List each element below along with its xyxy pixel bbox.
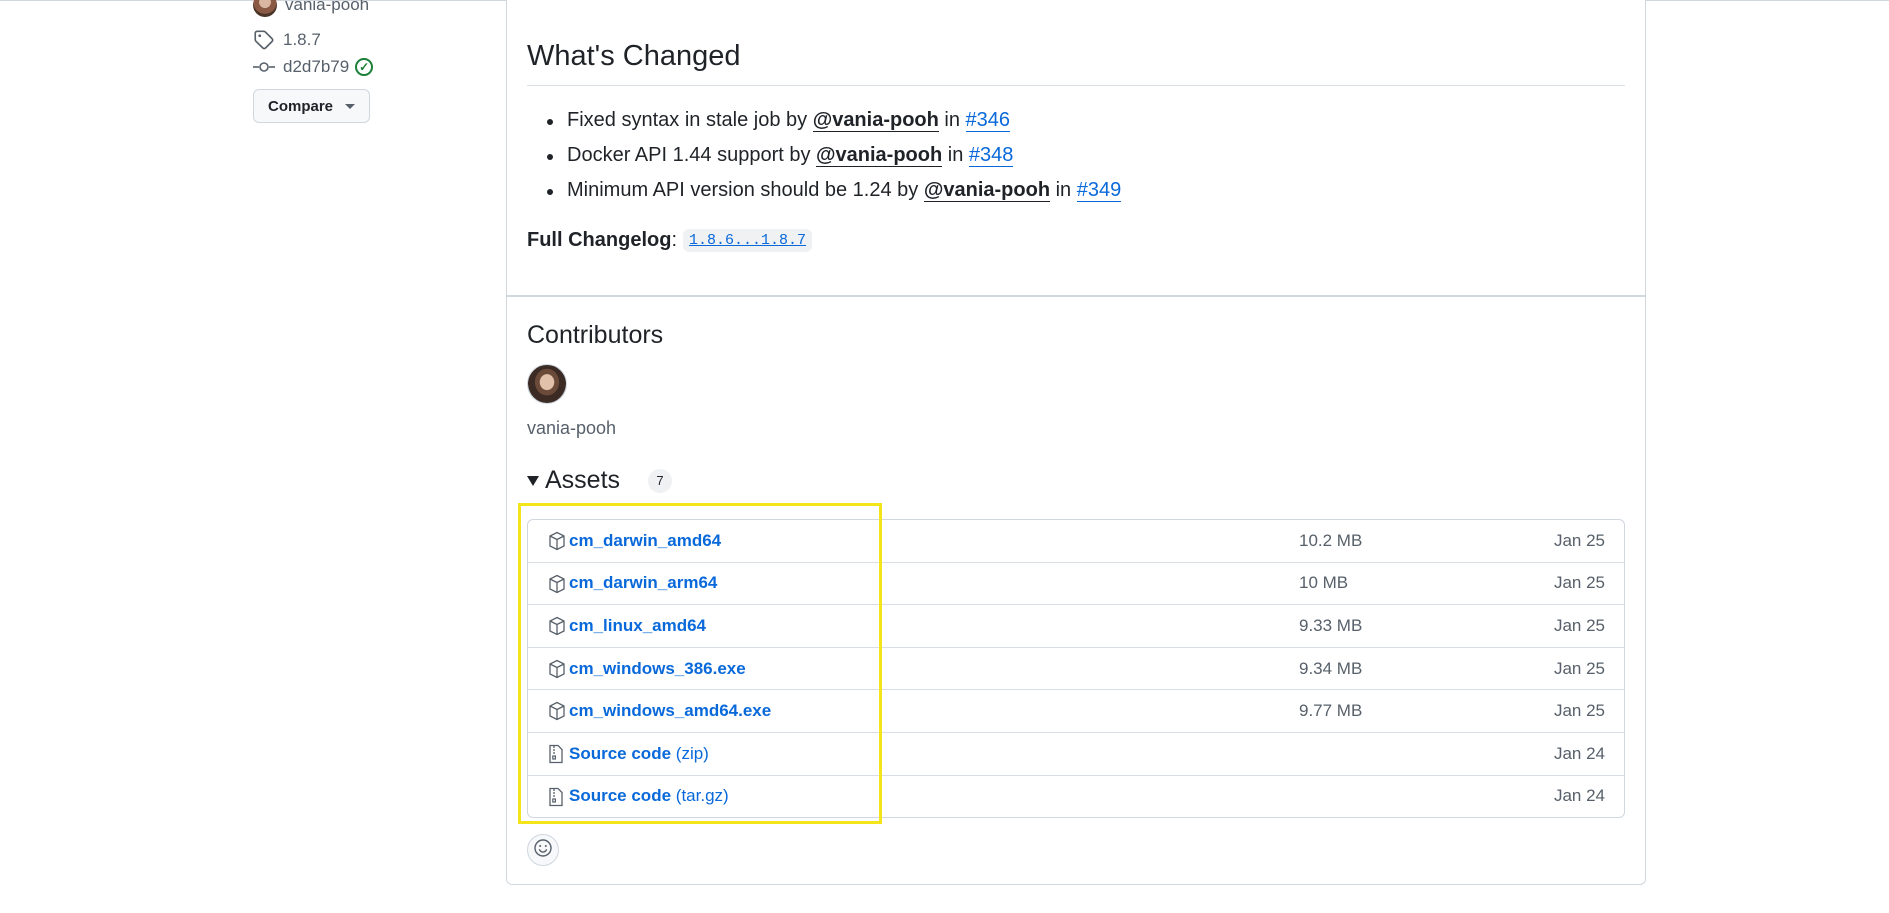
compare-range-link[interactable]: 1.8.6...1.8.7 [683, 229, 813, 252]
asset-date: Jan 25 [1553, 701, 1605, 721]
changelog-item-text: Docker API 1.44 support by [567, 144, 817, 166]
full-changelog: Full Changelog: 1.8.6...1.8.7 [527, 229, 813, 252]
package-icon [548, 531, 566, 551]
asset-download-link[interactable]: cm_linux_amd64 [569, 616, 706, 636]
asset-date: Jan 24 [1553, 786, 1605, 806]
asset-size: 9.33 MB [1299, 615, 1363, 635]
verified-check-icon: ✓ [355, 58, 374, 76]
author-name[interactable]: vania-pooh [285, 0, 369, 15]
asset-row: cm_windows_386.exe 9.34 MB Jan 25 [528, 646, 1624, 690]
release-author[interactable]: vania-pooh [253, 0, 369, 17]
assets-list: cm_darwin_amd64 10.2 MB Jan 25 cm_darwin… [527, 519, 1625, 819]
contributor-name: vania-pooh [527, 418, 617, 438]
file-zip-icon [548, 787, 566, 807]
asset-download-link[interactable]: cm_darwin_amd64 [569, 531, 721, 551]
asset-row: Source code (tar.gz) Jan 24 [528, 774, 1624, 818]
smiley-icon [533, 838, 553, 863]
full-changelog-colon: : [671, 229, 677, 251]
compare-button[interactable]: Compare [253, 89, 370, 123]
asset-size: 10.2 MB [1299, 530, 1363, 550]
whats-changed-heading: What's Changed [527, 40, 741, 72]
asset-download-link[interactable]: Source code (tar.gz) [569, 786, 729, 806]
asset-size: 10 MB [1299, 573, 1349, 593]
compare-label: Compare [267, 97, 334, 115]
caret-down-icon [345, 103, 356, 109]
changelog-item-text: Minimum API version should be 1.24 by [567, 179, 924, 201]
commit-icon [253, 56, 275, 78]
asset-row: cm_darwin_amd64 10.2 MB Jan 25 [528, 520, 1624, 562]
asset-download-link[interactable]: Source code (zip) [569, 744, 709, 764]
assets-count-badge: 7 [648, 468, 673, 493]
asset-row: cm_windows_amd64.exe 9.77 MB Jan 25 [528, 689, 1624, 732]
asset-date: Jan 25 [1553, 615, 1605, 635]
heading-divider [527, 85, 1625, 86]
assets-toggle[interactable]: Assets 7 [527, 466, 673, 495]
asset-download-link[interactable]: cm_darwin_arm64 [569, 573, 717, 593]
asset-date: Jan 25 [1553, 573, 1605, 593]
file-zip-icon [548, 744, 566, 764]
pull-request-link[interactable]: #346 [965, 109, 1011, 132]
contributors-heading: Contributors [527, 321, 664, 349]
user-mention-link[interactable]: @vania-pooh [923, 179, 1051, 202]
asset-date: Jan 24 [1553, 743, 1605, 763]
tag-label[interactable]: 1.8.7 [283, 30, 321, 50]
package-icon [548, 659, 566, 679]
asset-row: Source code (zip) Jan 24 [528, 731, 1624, 775]
assets-heading: Assets [545, 466, 621, 494]
triangle-down-icon [527, 475, 539, 486]
changelog-item-in: in [938, 109, 966, 131]
release-commit[interactable]: d2d7b79 ✓ [253, 56, 374, 78]
asset-date: Jan 25 [1553, 658, 1605, 678]
contributor-avatar[interactable] [527, 364, 567, 404]
commit-sha[interactable]: d2d7b79 [283, 57, 349, 77]
asset-download-link[interactable]: cm_windows_386.exe [569, 659, 746, 679]
asset-row: cm_linux_amd64 9.33 MB Jan 25 [528, 604, 1624, 647]
package-icon [548, 701, 566, 721]
asset-row: cm_darwin_arm64 10 MB Jan 25 [528, 561, 1624, 605]
release-tag[interactable]: 1.8.7 [253, 29, 321, 51]
asset-size: 9.77 MB [1299, 701, 1363, 721]
tag-icon [253, 29, 275, 51]
asset-size: 9.34 MB [1299, 658, 1363, 678]
asset-date: Jan 25 [1553, 530, 1605, 550]
asset-download-link[interactable]: cm_windows_amd64.exe [569, 701, 771, 721]
package-icon [548, 616, 566, 636]
changelog-item: Fixed syntax in stale job by @vania-pooh… [546, 109, 1011, 132]
changelog-item-in: in [1050, 179, 1077, 201]
add-reaction-button[interactable] [527, 834, 559, 866]
changelog-item: Minimum API version should be 1.24 by @v… [546, 179, 1122, 202]
pull-request-link[interactable]: #349 [1076, 179, 1122, 202]
pull-request-link[interactable]: #348 [968, 144, 1014, 167]
user-mention-link[interactable]: @vania-pooh [816, 144, 943, 167]
user-mention-link[interactable]: @vania-pooh [812, 109, 939, 132]
author-avatar [253, 0, 277, 17]
changelog-item-in: in [942, 144, 969, 166]
section-divider [506, 295, 1646, 297]
package-icon [548, 574, 566, 594]
changelog-item: Docker API 1.44 support by @vania-pooh i… [546, 144, 1014, 167]
changelog-item-text: Fixed syntax in stale job by [567, 109, 813, 131]
full-changelog-label: Full Changelog [527, 229, 672, 251]
